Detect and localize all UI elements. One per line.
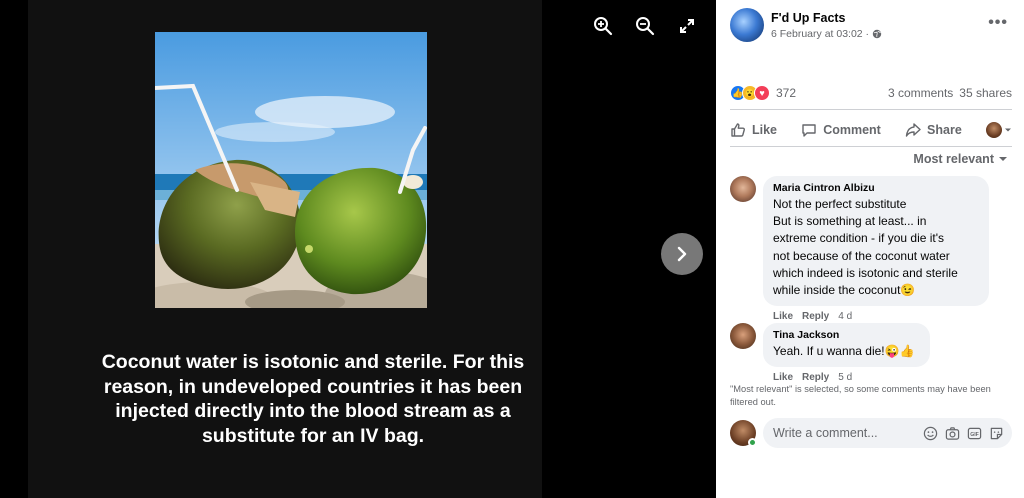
comment-sort-dropdown[interactable]: Most relevant xyxy=(913,152,1008,166)
post-actions: Like Comment Share xyxy=(730,118,1012,142)
commenter-name[interactable]: Tina Jackson xyxy=(773,329,920,341)
thumbs-up-icon xyxy=(731,123,745,137)
coconut-photo xyxy=(155,32,427,308)
page-name[interactable]: F'd Up Facts xyxy=(771,11,882,25)
share-count[interactable]: 35 shares xyxy=(959,86,1012,100)
comment-item: Tina Jackson Yeah. If u wanna die!😜👍 Lik… xyxy=(730,323,930,383)
fullscreen-icon[interactable] xyxy=(674,14,700,38)
caret-down-icon xyxy=(1004,128,1011,132)
more-options-icon[interactable]: ••• xyxy=(988,14,1008,32)
camera-icon[interactable] xyxy=(945,426,960,441)
user-avatar xyxy=(730,420,757,447)
sort-label: Most relevant xyxy=(913,152,994,166)
next-photo-button[interactable] xyxy=(661,233,703,275)
post-date[interactable]: 6 February at 03:02 · xyxy=(771,28,869,40)
comment-bubble: Maria Cintron Albizu Not the perfect sub… xyxy=(763,176,989,307)
share-icon xyxy=(905,123,921,137)
share-button[interactable]: Share xyxy=(905,122,962,138)
zoom-out-icon[interactable] xyxy=(632,14,658,38)
chevron-right-icon xyxy=(677,246,687,262)
emoji-icon[interactable] xyxy=(923,426,938,441)
online-status-dot xyxy=(748,438,757,447)
post-image-card: Coconut water is isotonic and sterile. F… xyxy=(28,0,542,498)
post-header: F'd Up Facts 6 February at 03:02 · xyxy=(730,8,882,42)
reactions-summary[interactable]: 👍 😮 ♥ 372 xyxy=(730,85,796,101)
like-button[interactable]: Like xyxy=(730,122,777,138)
comment-time[interactable]: 4 d xyxy=(838,311,852,322)
comment-count[interactable]: 3 comments xyxy=(888,86,953,100)
viewer-toolbar xyxy=(590,14,700,38)
post-meta: 6 February at 03:02 · xyxy=(771,28,882,40)
comment-actions: Like Reply 4 d xyxy=(773,311,989,322)
commenter-name[interactable]: Maria Cintron Albizu xyxy=(773,182,979,194)
comment-text: Yeah. If u wanna die!😜👍 xyxy=(773,344,915,358)
caret-down-icon xyxy=(999,157,1007,161)
reaction-stats: 👍 😮 ♥ 372 3 comments 35 shares xyxy=(730,85,1012,101)
comment-reply-link[interactable]: Reply xyxy=(802,311,829,322)
react-as-selector[interactable] xyxy=(985,122,1012,138)
comment-like-link[interactable]: Like xyxy=(773,372,793,383)
zoom-in-icon[interactable] xyxy=(590,14,616,38)
gif-icon[interactable]: GIF xyxy=(967,426,982,441)
page-avatar[interactable] xyxy=(730,8,764,42)
comment-reply-link[interactable]: Reply xyxy=(802,372,829,383)
comment-time[interactable]: 5 d xyxy=(838,372,852,383)
comment-text: Not the perfect substitute But is someth… xyxy=(773,197,958,298)
divider xyxy=(730,146,1012,147)
share-label: Share xyxy=(927,123,962,137)
filter-note: "Most relevant" is selected, so some com… xyxy=(730,384,991,407)
post-caption: Coconut water is isotonic and sterile. F… xyxy=(101,351,525,447)
comment-item: Maria Cintron Albizu Not the perfect sub… xyxy=(730,176,989,322)
comment-actions: Like Reply 5 d xyxy=(773,372,930,383)
comment-bubble: Tina Jackson Yeah. If u wanna die!😜👍 xyxy=(763,323,930,368)
comment-icon xyxy=(802,124,816,137)
commenter-avatar[interactable] xyxy=(730,176,756,202)
divider xyxy=(730,109,1012,110)
user-avatar xyxy=(985,122,1002,138)
commenter-avatar[interactable] xyxy=(730,323,756,349)
comment-input[interactable]: Write a comment... GIF xyxy=(763,418,1012,448)
comment-button[interactable]: Comment xyxy=(801,122,881,138)
sticker-icon[interactable] xyxy=(989,426,1004,441)
svg-text:GIF: GIF xyxy=(970,431,979,437)
comment-label: Comment xyxy=(823,123,881,137)
photo-viewer: Coconut water is isotonic and sterile. F… xyxy=(0,0,716,498)
love-reaction-icon: ♥ xyxy=(754,85,770,101)
reaction-count: 372 xyxy=(776,86,797,100)
write-comment-row: Write a comment... GIF xyxy=(730,418,1012,448)
like-label: Like xyxy=(752,123,778,137)
comment-like-link[interactable]: Like xyxy=(773,311,793,322)
comment-placeholder: Write a comment... xyxy=(773,426,878,440)
post-side-panel: F'd Up Facts 6 February at 03:02 · ••• 👍… xyxy=(716,0,1024,498)
globe-icon xyxy=(872,29,882,38)
